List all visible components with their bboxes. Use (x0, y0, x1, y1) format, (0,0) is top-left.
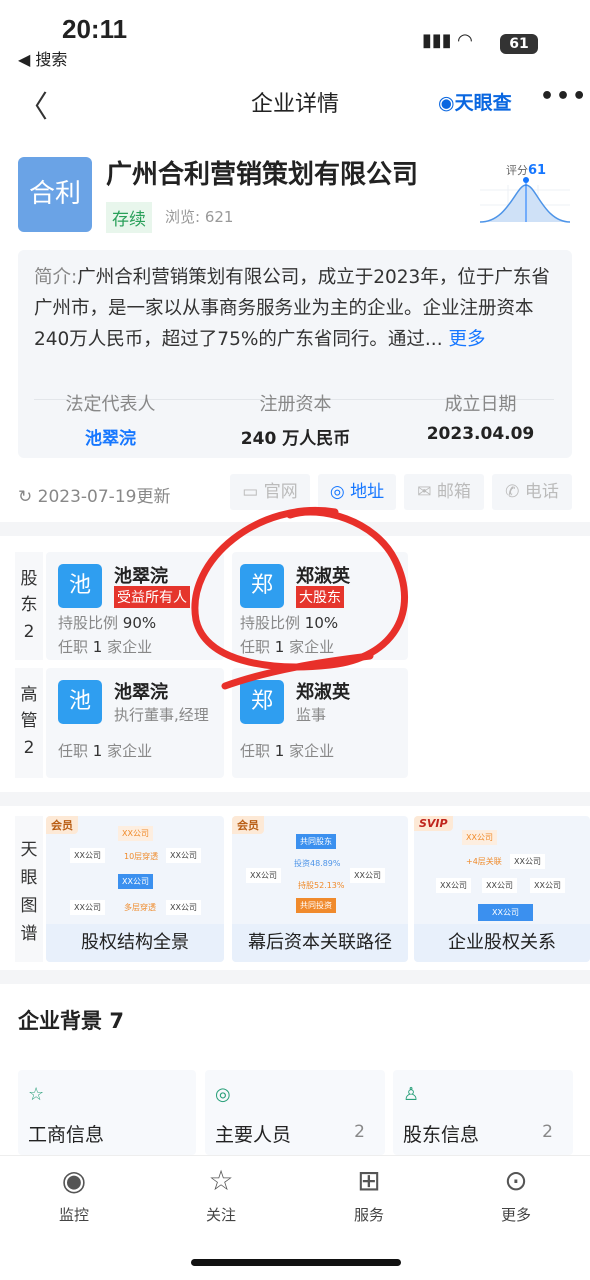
shareholder-icon: ♙ (403, 1084, 420, 1105)
business-info-card[interactable]: ☆ 工商信息 (18, 1070, 196, 1155)
avatar: 池 (58, 680, 102, 724)
graph-label: 天眼图谱 (15, 816, 43, 962)
founded-date: 成立日期 2023.04.09 (426, 394, 535, 444)
major-shareholder-badge: 大股东 (296, 586, 344, 608)
executive-card[interactable]: 池 池翠浣 执行董事,经理 任职 1 家企业 (46, 668, 224, 778)
member-badge: 会员 (46, 816, 78, 834)
star-icon: ☆ (208, 1164, 234, 1197)
home-indicator[interactable] (191, 1259, 401, 1266)
tab-monitor[interactable]: ◉ 监控 (24, 1164, 124, 1225)
intro-text: 简介:广州合利营销策划有限公司，成立于2023年，位于广东省广州市，是一家以从事… (34, 267, 550, 350)
beneficiary-badge: 受益所有人 (114, 586, 190, 608)
grid-icon: ⊞ (357, 1164, 381, 1197)
tab-follow[interactable]: ☆ 关注 (171, 1164, 271, 1225)
tab-more[interactable]: ⊙ 更多 (466, 1164, 566, 1225)
legal-rep[interactable]: 法定代表人 池翠浣 (18, 390, 203, 449)
key-personnel-card[interactable]: ◎ 主要人员 2 (205, 1070, 385, 1155)
status-time: 20:11 (62, 14, 128, 44)
shareholder-label: 股东 2 (15, 552, 43, 660)
intro-more-link[interactable]: 更多 (448, 329, 485, 350)
address-button[interactable]: ◎ 地址 (318, 474, 396, 510)
update-time: ↻ 2023-07-19更新 (18, 487, 171, 507)
person-icon: ◎ (215, 1084, 231, 1105)
company-name: 广州合利营销策划有限公司 (106, 160, 419, 190)
executive-card[interactable]: 郑 郑淑英 监事 任职 1 家企业 (232, 668, 408, 778)
battery-icon: 61 (500, 34, 538, 54)
eye-logo-icon: ◉ (438, 92, 455, 114)
monitor-camera-icon: ◉ (61, 1164, 87, 1197)
view-count: 浏览: 621 (165, 208, 234, 226)
phone-button[interactable]: ✆ 电话 (492, 474, 572, 510)
avatar: 郑 (240, 680, 284, 724)
svip-badge: SVIP (414, 816, 453, 831)
mail-icon: ✉ (417, 482, 432, 502)
section-gap (0, 792, 590, 806)
more-circle-icon: ⊙ (504, 1164, 528, 1197)
email-button[interactable]: ✉ 邮箱 (404, 474, 484, 510)
graph-card-equity-structure[interactable]: 会员 XX公司 XX公司 10层穿透 XX公司 XX公司 XX公司 多层穿透 X… (46, 816, 224, 962)
back-to-app[interactable]: ◀ 搜索 (18, 46, 67, 70)
shareholder-info-card[interactable]: ♙ 股东信息 2 (393, 1070, 573, 1155)
avatar: 郑 (240, 564, 284, 608)
more-button[interactable]: ••• (540, 84, 588, 109)
background-section-title: 企业背景 7 (18, 1009, 124, 1033)
status-badge: 存续 (106, 202, 152, 233)
executive-label: 高管 2 (15, 668, 43, 778)
phone-icon: ✆ (505, 482, 520, 502)
website-button[interactable]: ▭ 官网 (230, 474, 310, 510)
graph-card-equity-relation[interactable]: SVIP XX公司 +4层关联 XX公司 XX公司 XX公司 XX公司 XX公司… (414, 816, 590, 962)
shareholder-card[interactable]: 郑 郑淑英 大股东 持股比例 10% 任职 1 家企业 (232, 552, 408, 660)
tab-services[interactable]: ⊞ 服务 (319, 1164, 419, 1225)
member-badge: 会员 (232, 816, 264, 834)
company-logo: 合利 (18, 157, 92, 232)
location-icon: ◎ (329, 482, 345, 502)
monitor-icon: ▭ (242, 482, 259, 502)
graph-card-capital-path[interactable]: 会员 共同股东 XX公司 投资48.89% 持股52.13% XX公司 共同投资… (232, 816, 408, 962)
shareholder-card[interactable]: 池 池翠浣 受益所有人 持股比例 90% 任职 1 家企业 (46, 552, 224, 660)
intro-box: 简介:广州合利营销策划有限公司，成立于2023年，位于广东省广州市，是一家以从事… (18, 250, 572, 458)
avatar: 池 (58, 564, 102, 608)
registered-capital: 注册资本 240 万人民币 (240, 394, 351, 449)
score-curve (479, 177, 571, 223)
section-gap (0, 522, 590, 536)
bookmark-star-icon: ☆ (28, 1084, 45, 1105)
brand-logo: ◉天眼查 (438, 92, 512, 114)
section-gap (0, 970, 590, 984)
score-chart[interactable]: 评分61 (478, 160, 573, 232)
refresh-icon: ↻ (18, 487, 38, 507)
